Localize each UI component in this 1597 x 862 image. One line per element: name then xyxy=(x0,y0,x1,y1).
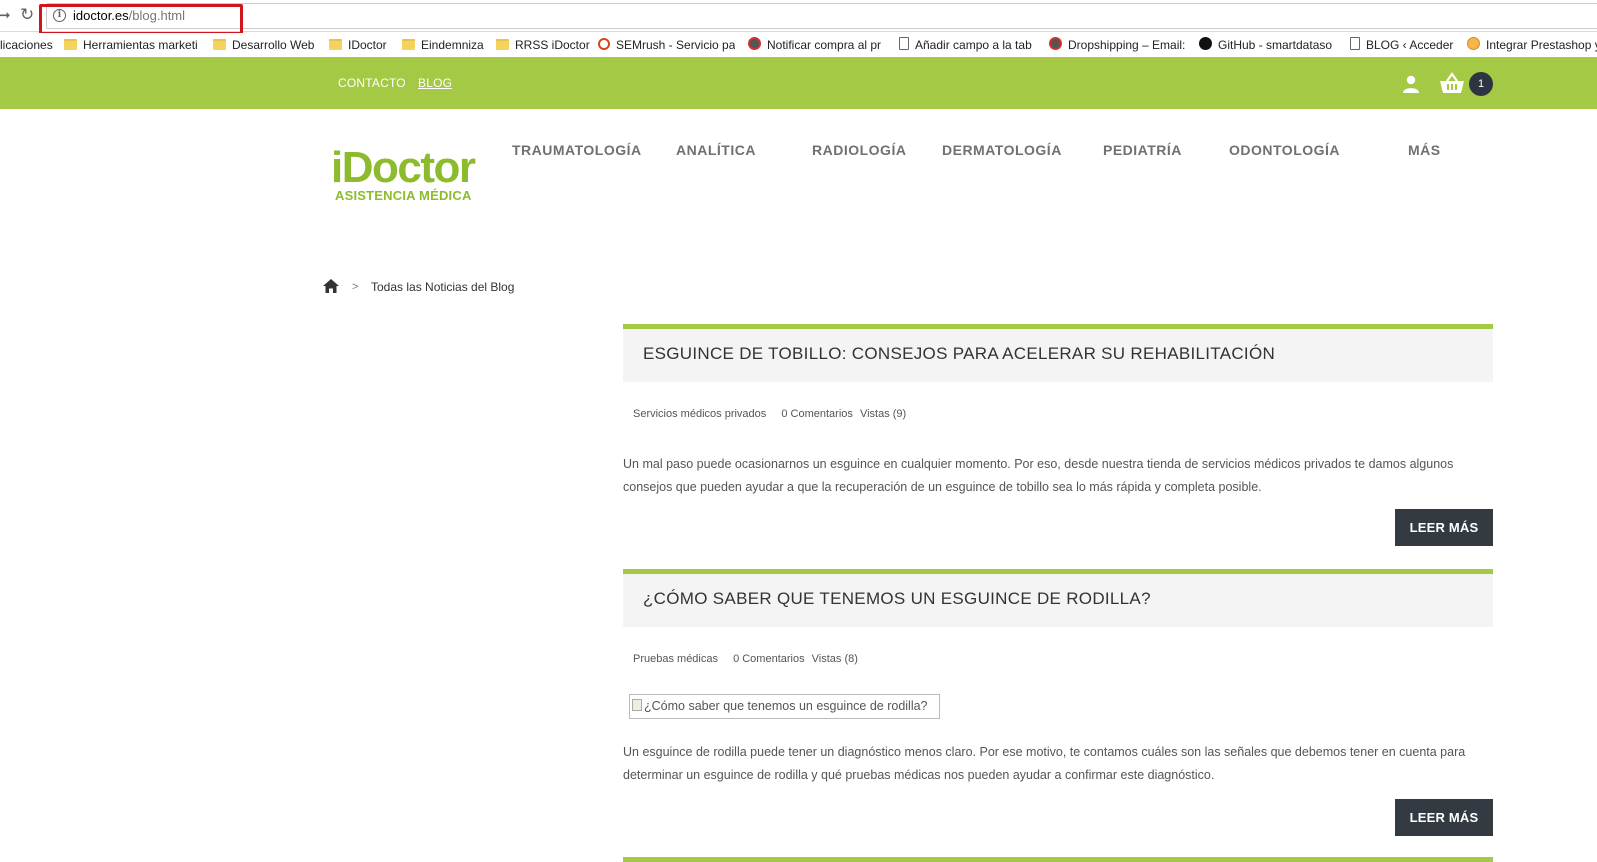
contact-link[interactable]: CONTACTO xyxy=(338,76,406,90)
bookmark-item[interactable]: Notificar compra al pr xyxy=(748,37,885,53)
page-icon xyxy=(899,37,909,50)
folder-icon xyxy=(64,39,77,50)
post-image[interactable]: ¿Cómo saber que tenemos un esguince de r… xyxy=(629,694,940,719)
home-icon[interactable] xyxy=(323,279,339,293)
bookmark-item[interactable]: Herramientas marketi xyxy=(64,37,201,53)
post-meta: Servicios médicos privados 0 Comentarios… xyxy=(633,408,918,420)
post-title[interactable]: ESGUINCE DE TOBILLO: CONSEJOS PARA ACELE… xyxy=(643,344,1275,364)
info-icon[interactable]: i xyxy=(53,9,66,22)
blog-post: ¿CÓMO SABER QUE TENEMOS UN ESGUINCE DE R… xyxy=(623,569,1493,839)
basket-icon[interactable] xyxy=(1439,72,1465,94)
post-excerpt: Un esguince de rodilla puede tener un di… xyxy=(623,745,1466,782)
bookmark-item[interactable]: Desarrollo Web xyxy=(213,37,320,53)
blog-link[interactable]: BLOG xyxy=(418,76,452,90)
post-comments[interactable]: 0 Comentarios xyxy=(781,408,853,420)
bookmark-item[interactable]: RRSS iDoctor xyxy=(496,37,590,53)
post-comments[interactable]: 0 Comentarios xyxy=(733,653,805,665)
reload-icon[interactable]: ↻ xyxy=(20,6,38,24)
site-topbar: CONTACTO BLOG 1 xyxy=(0,57,1597,109)
broken-image-icon xyxy=(632,699,642,711)
user-icon[interactable] xyxy=(1401,74,1421,94)
post-meta: Pruebas médicas 0 Comentarios Vistas (8) xyxy=(633,653,870,665)
page-icon xyxy=(1350,37,1360,50)
bookmark-item[interactable]: licaciones xyxy=(0,37,56,53)
forward-icon[interactable]: ➞ xyxy=(0,7,12,23)
read-more-button[interactable]: LEER MÁS xyxy=(1395,509,1493,546)
menu-item-odontologia[interactable]: ODONTOLOGÍA xyxy=(1229,142,1340,158)
breadcrumb-current: Todas las Noticias del Blog xyxy=(371,280,515,294)
post-excerpt: Un mal paso puede ocasionarnos un esguin… xyxy=(623,457,1454,494)
bookmark-item[interactable]: Integrar Prestashop y xyxy=(1467,37,1597,53)
bookmark-item[interactable]: Dropshipping – Email: xyxy=(1049,37,1186,53)
url-host: idoctor.es xyxy=(73,8,129,23)
menu-item-mas[interactable]: MÁS xyxy=(1408,142,1441,158)
menu-item-pediatria[interactable]: PEDIATRÍA xyxy=(1103,142,1182,158)
menu-item-dermatologia[interactable]: DERMATOLOGÍA xyxy=(942,142,1062,158)
folder-icon xyxy=(402,39,415,50)
bird-icon xyxy=(748,37,761,50)
menu-item-traumatologia[interactable]: TRAUMATOLOGÍA xyxy=(512,142,642,158)
folder-icon xyxy=(213,39,226,50)
menu-item-analitica[interactable]: ANALÍTICA xyxy=(676,142,756,158)
bookmark-item[interactable]: Eindemniza xyxy=(402,37,486,53)
bookmark-item[interactable]: SEMrush - Servicio pa xyxy=(598,37,735,53)
logo-text: iDoctor xyxy=(331,143,476,192)
logo-subtitle: ASISTENCIA MÉDICA xyxy=(335,188,472,203)
bookmark-item[interactable]: Añadir campo a la tab xyxy=(899,37,1036,53)
browser-address-bar: ➞ ↻ i idoctor.es/blog.html xyxy=(0,0,1597,35)
cart-count-badge[interactable]: 1 xyxy=(1469,72,1493,96)
menu-item-radiologia[interactable]: RADIOLOGÍA xyxy=(812,142,906,158)
bird-icon xyxy=(1049,37,1062,50)
bookmarks-bar: licaciones Herramientas marketi Desarrol… xyxy=(0,33,1597,57)
site-logo[interactable]: iDoctor ASISTENCIA MÉDICA xyxy=(331,146,476,210)
url-text[interactable]: idoctor.es/blog.html xyxy=(73,8,185,23)
url-path: /blog.html xyxy=(128,8,186,23)
bookmark-item[interactable]: BLOG ‹ Acceder xyxy=(1350,37,1460,53)
post-views: Vistas (9) xyxy=(859,408,907,420)
post-title[interactable]: ¿CÓMO SABER QUE TENEMOS UN ESGUINCE DE R… xyxy=(643,589,1151,609)
github-icon xyxy=(1199,37,1212,50)
breadcrumb-separator: > xyxy=(352,281,359,293)
bookmark-item[interactable]: IDoctor xyxy=(329,37,391,53)
semrush-icon xyxy=(598,38,610,50)
folder-icon xyxy=(329,39,342,50)
post-image-alt: ¿Cómo saber que tenemos un esguince de r… xyxy=(644,699,928,713)
post-category[interactable]: Pruebas médicas xyxy=(633,653,718,665)
prestashop-icon xyxy=(1467,37,1480,50)
url-field[interactable] xyxy=(46,3,1597,29)
read-more-button[interactable]: LEER MÁS xyxy=(1395,799,1493,836)
bookmark-item[interactable]: GitHub - smartdataso xyxy=(1199,37,1336,53)
folder-icon xyxy=(496,39,509,50)
next-post-divider xyxy=(623,857,1493,862)
post-category[interactable]: Servicios médicos privados xyxy=(633,408,766,420)
post-views: Vistas (8) xyxy=(811,653,858,665)
blog-post: ESGUINCE DE TOBILLO: CONSEJOS PARA ACELE… xyxy=(623,324,1493,546)
